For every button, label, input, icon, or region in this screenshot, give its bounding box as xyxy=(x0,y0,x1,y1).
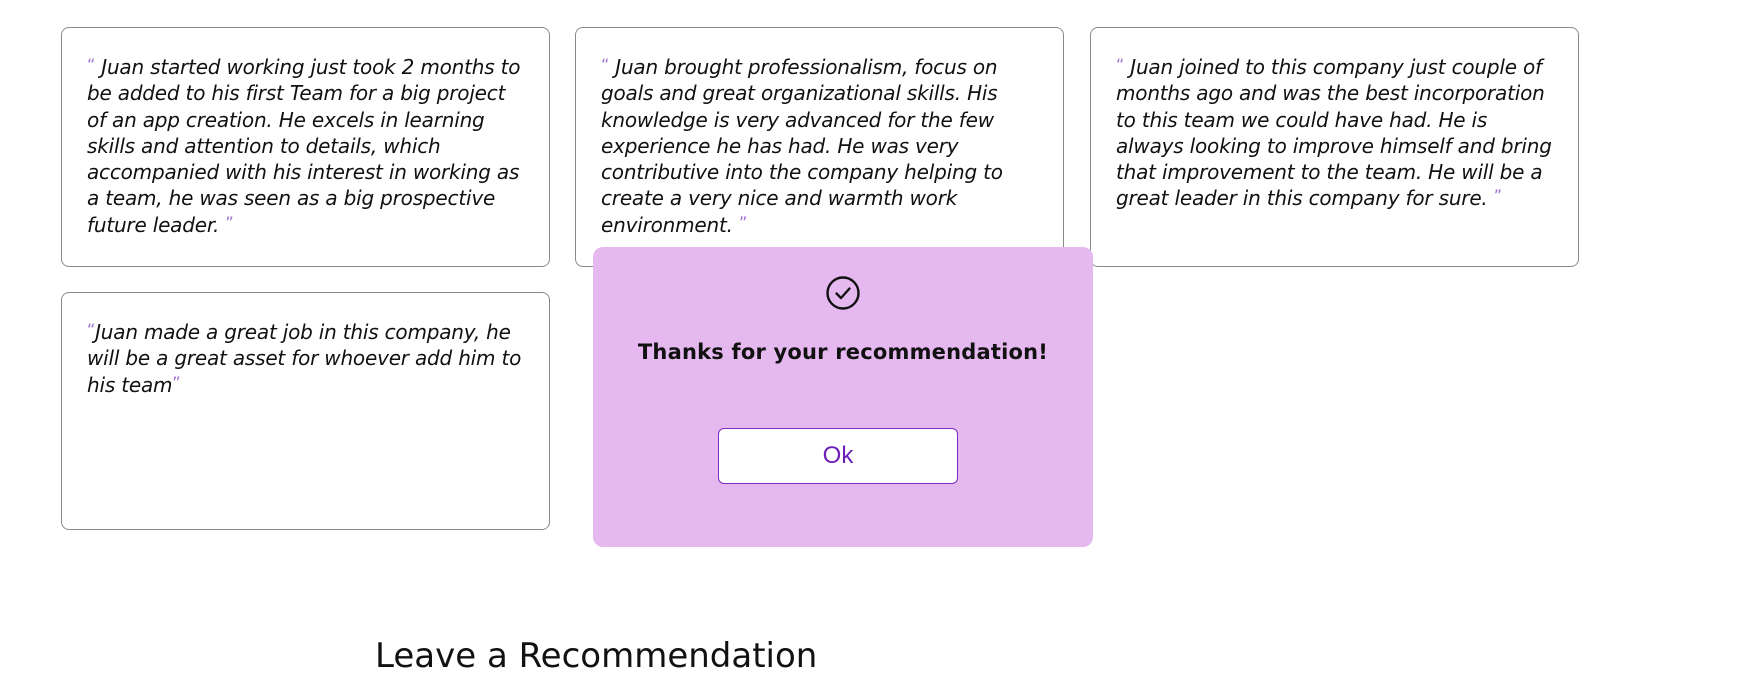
recommendation-card: “Juan made a great job in this company, … xyxy=(61,292,550,530)
recommendation-card: “ Juan brought professionalism, focus on… xyxy=(575,27,1064,267)
open-quote-mark: “ xyxy=(87,320,96,339)
ok-button[interactable]: Ok xyxy=(718,428,958,484)
close-quote-mark: ” xyxy=(738,212,748,232)
open-quote-mark: “ xyxy=(601,55,610,74)
open-quote-mark: “ xyxy=(87,55,96,74)
open-quote-mark: “ xyxy=(1116,55,1125,74)
close-quote-mark: ” xyxy=(1493,186,1502,206)
recommendation-text: Juan brought professionalism, focus on g… xyxy=(601,55,1003,237)
recommendation-card: “ Juan started working just took 2 month… xyxy=(61,27,550,267)
check-circle-icon xyxy=(825,275,861,311)
close-quote-mark: ” xyxy=(172,372,181,392)
recommendation-text: Juan joined to this company just couple … xyxy=(1116,55,1552,211)
section-heading: Leave a Recommendation xyxy=(375,636,818,676)
recommendation-text: Juan started working just took 2 months … xyxy=(87,55,521,237)
close-quote-mark: ” xyxy=(225,212,234,232)
recommendation-card: “ Juan joined to this company just coupl… xyxy=(1090,27,1579,267)
modal-message: Thanks for your recommendation! xyxy=(637,340,1049,364)
recommendation-text: Juan made a great job in this company, h… xyxy=(87,320,522,397)
confirmation-modal: Thanks for your recommendation! Ok xyxy=(593,247,1093,547)
